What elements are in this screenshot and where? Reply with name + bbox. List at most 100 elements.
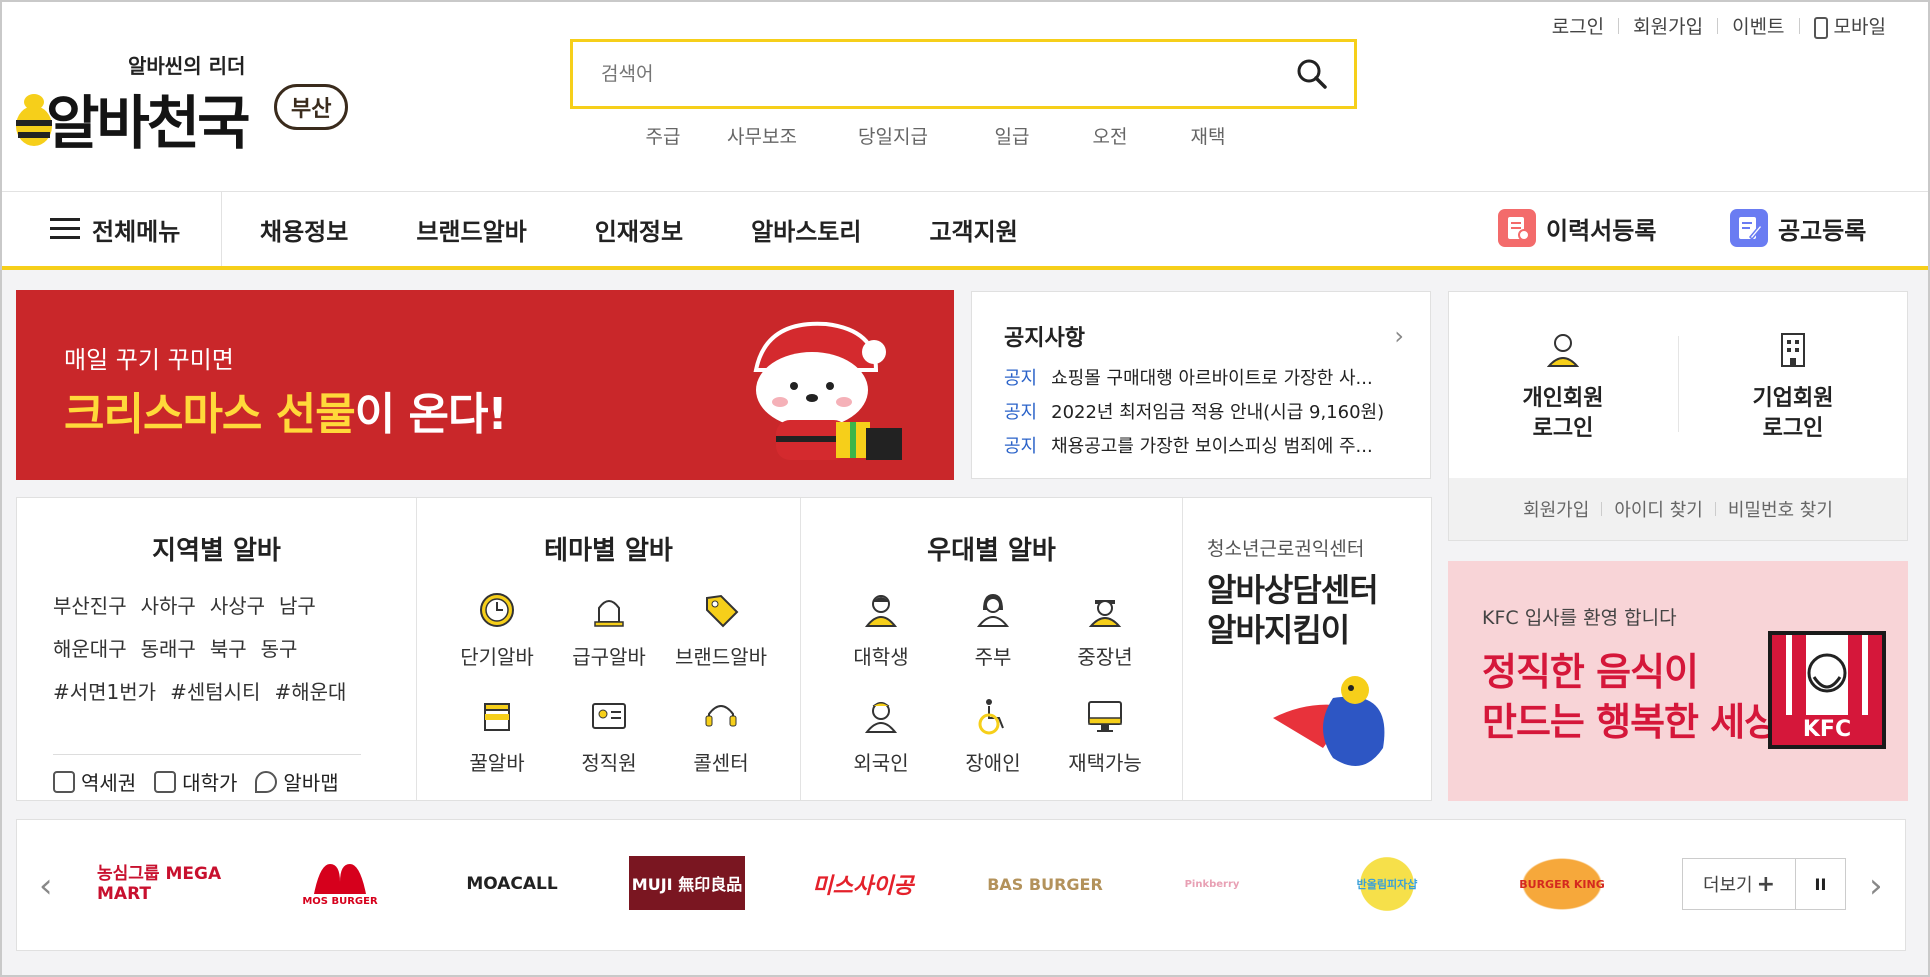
region-link[interactable]: 동래구 (141, 637, 196, 661)
christmas-banner[interactable]: 매일 꾸기 꾸미면 크리스마스 선물이 온다! (16, 290, 954, 480)
company-login-line2: 로그인 (1762, 416, 1824, 441)
search-input[interactable] (601, 42, 1251, 106)
resume-register-button[interactable]: 이력서등록 (1498, 209, 1656, 247)
keyword-link[interactable]: 일급 (982, 122, 1042, 149)
region-link[interactable]: 사하구 (141, 594, 196, 618)
brand-logo-burgerking[interactable]: BURGER KING (1507, 856, 1617, 912)
theme-item[interactable]: 꿀알바 (441, 696, 553, 802)
personal-login-line1: 개인회원 (1522, 386, 1604, 411)
preferred-item[interactable]: 주부 (937, 590, 1049, 696)
theme-label: 급구알바 (572, 645, 646, 669)
search-icon[interactable] (1294, 56, 1330, 92)
preferred-item[interactable]: 대학생 (825, 590, 937, 696)
mobile-link[interactable]: 모바일 (1800, 12, 1900, 39)
notice-item[interactable]: 공지 쇼핑몰 구매대행 아르바이트로 가장한 사... (1004, 362, 1404, 396)
kfc-ad-subtitle: KFC 입사를 환영 합니다 (1482, 607, 1677, 629)
brand-logo-moacall[interactable]: MOACALL (447, 856, 577, 912)
carousel-pause-button[interactable]: II (1796, 858, 1846, 910)
find-password-link[interactable]: 비밀번호 찾기 (1728, 496, 1833, 522)
notice-text: 쇼핑몰 구매대행 아르바이트로 가장한 사... (1051, 368, 1373, 389)
main-menu: 채용정보 브랜드알바 인재정보 알바스토리 고객지원 (226, 192, 1052, 266)
theme-item[interactable]: 단기알바 (441, 590, 553, 696)
region-link[interactable]: 사상구 (210, 594, 265, 618)
resume-icon (1498, 209, 1536, 247)
banner-title-highlight: 크리스마스 선물 (64, 389, 356, 440)
preferred-title: 우대별 알바 (927, 536, 1056, 566)
headset-icon (705, 705, 737, 727)
kfc-ad-banner[interactable]: KFC 입사를 환영 합니다 정직한 음식이 만드는 행복한 세상 KFC (1448, 561, 1908, 801)
preferred-jobs-section: 우대별 알바 대학생 주부 중장년 외국인 장애인 재택가능 (801, 498, 1183, 800)
station-area-link[interactable]: 역세권 (53, 767, 136, 796)
theme-item[interactable]: 급구알바 (553, 590, 665, 696)
theme-item[interactable]: 브랜드알바 (665, 590, 777, 696)
nav-item-story[interactable]: 알바스토리 (717, 212, 895, 247)
carousel-prev-icon[interactable]: ‹ (39, 866, 53, 906)
find-id-link[interactable]: 아이디 찾기 (1614, 496, 1703, 522)
counsel-title: 알바상담센터 알바지킴이 (1207, 570, 1379, 650)
student-icon (864, 595, 898, 627)
region-link[interactable]: 북구 (210, 637, 247, 661)
notice-item[interactable]: 공지 2022년 최저임금 적용 안내(시급 9,160원) (1004, 396, 1404, 430)
hashtag-link[interactable]: #해운대 (274, 680, 346, 704)
monitor-icon (1088, 701, 1122, 732)
brand-logo-mosburger[interactable]: MOS BURGER (285, 856, 395, 912)
building-icon (1781, 333, 1805, 367)
keyword-link[interactable]: 재택 (1178, 122, 1238, 149)
preferred-item[interactable]: 외국인 (825, 696, 937, 802)
keyword-link[interactable]: 오전 (1080, 122, 1140, 149)
chevron-right-icon[interactable]: › (1394, 322, 1404, 350)
carousel-next-icon[interactable]: › (1869, 866, 1883, 906)
post-register-button[interactable]: 공고등록 (1730, 209, 1866, 247)
map-pin-icon (255, 770, 278, 793)
hashtag-link[interactable]: #센텀시티 (170, 680, 260, 704)
brand-logo-muji[interactable]: MUJI 無印良品 (629, 856, 745, 910)
brand-more-button[interactable]: 더보기 + (1682, 858, 1796, 910)
event-link[interactable]: 이벤트 (1718, 12, 1798, 39)
site-logo[interactable]: 알바씬의 리더 알바천국 부산 (16, 50, 356, 157)
region-link[interactable]: 부산진구 (53, 594, 127, 618)
region-link[interactable]: 동구 (261, 637, 298, 661)
alba-map-link[interactable]: 알바맵 (255, 767, 339, 796)
nav-item-support[interactable]: 고객지원 (895, 212, 1051, 247)
nav-item-talent[interactable]: 인재정보 (561, 212, 717, 247)
keyword-link[interactable]: 당일지급 (838, 122, 948, 149)
region-link[interactable]: 남구 (279, 594, 316, 618)
region-link[interactable]: 해운대구 (53, 637, 127, 661)
brand-logo-megamart[interactable]: 농심그룹 MEGA MART (97, 856, 237, 912)
post-icon (1730, 209, 1768, 247)
notice-item[interactable]: 공지 채용공고를 가장한 보이스피싱 범죄에 주... (1004, 430, 1404, 464)
brand-logo-misssaigon[interactable]: 미스사이공 (803, 856, 923, 912)
preferred-item[interactable]: 재택가능 (1049, 696, 1161, 802)
banner-subtitle: 매일 꾸기 꾸미면 (64, 346, 234, 374)
nav-item-brand[interactable]: 브랜드알바 (382, 212, 560, 247)
region-badge[interactable]: 부산 (274, 84, 349, 130)
hamburger-icon (50, 218, 80, 240)
theme-jobs-section: 테마별 알바 단기알바 급구알바 브랜드알바 꿀알바 정직원 콜센터 (417, 498, 801, 800)
company-login-button[interactable]: 기업회원 로그인 (1679, 332, 1907, 444)
brand-logo-basburger[interactable]: BAS BURGER (985, 856, 1105, 912)
brand-logo-banolim[interactable]: 반올림피자샵 (1327, 856, 1447, 912)
theme-item[interactable]: 정직원 (553, 696, 665, 802)
santa-bear-illustration (753, 321, 902, 460)
brand-logo-pinkberry[interactable]: Pinkberry (1157, 856, 1267, 912)
honey-jar-icon (484, 703, 510, 731)
login-link[interactable]: 로그인 (1538, 12, 1618, 39)
personal-login-button[interactable]: 개인회원 로그인 (1449, 332, 1677, 444)
preferred-item[interactable]: 장애인 (937, 696, 1049, 802)
nav-item-jobs[interactable]: 채용정보 (226, 212, 382, 247)
signup-link[interactable]: 회원가입 (1619, 12, 1717, 39)
university-area-link[interactable]: 대학가 (154, 767, 237, 796)
keyword-link[interactable]: 사무보조 (714, 122, 810, 149)
notice-category: 공지 (1004, 402, 1038, 423)
keyword-link[interactable]: 주급 (622, 122, 704, 149)
preferred-item[interactable]: 중장년 (1049, 590, 1161, 696)
theme-label: 꿀알바 (469, 751, 525, 775)
alba-map-label: 알바맵 (283, 771, 339, 795)
theme-item[interactable]: 콜센터 (665, 696, 777, 802)
signup-link[interactable]: 회원가입 (1523, 496, 1589, 522)
banner-title: 크리스마스 선물이 온다! (64, 378, 508, 442)
hashtag-link[interactable]: #서면1번가 (53, 680, 156, 704)
preferred-label: 주부 (974, 645, 1012, 669)
counsel-center-banner[interactable]: 청소년근로권익센터 알바상담센터 알바지킴이 (1183, 498, 1431, 800)
all-menu-button[interactable]: 전체메뉴 (16, 192, 222, 266)
